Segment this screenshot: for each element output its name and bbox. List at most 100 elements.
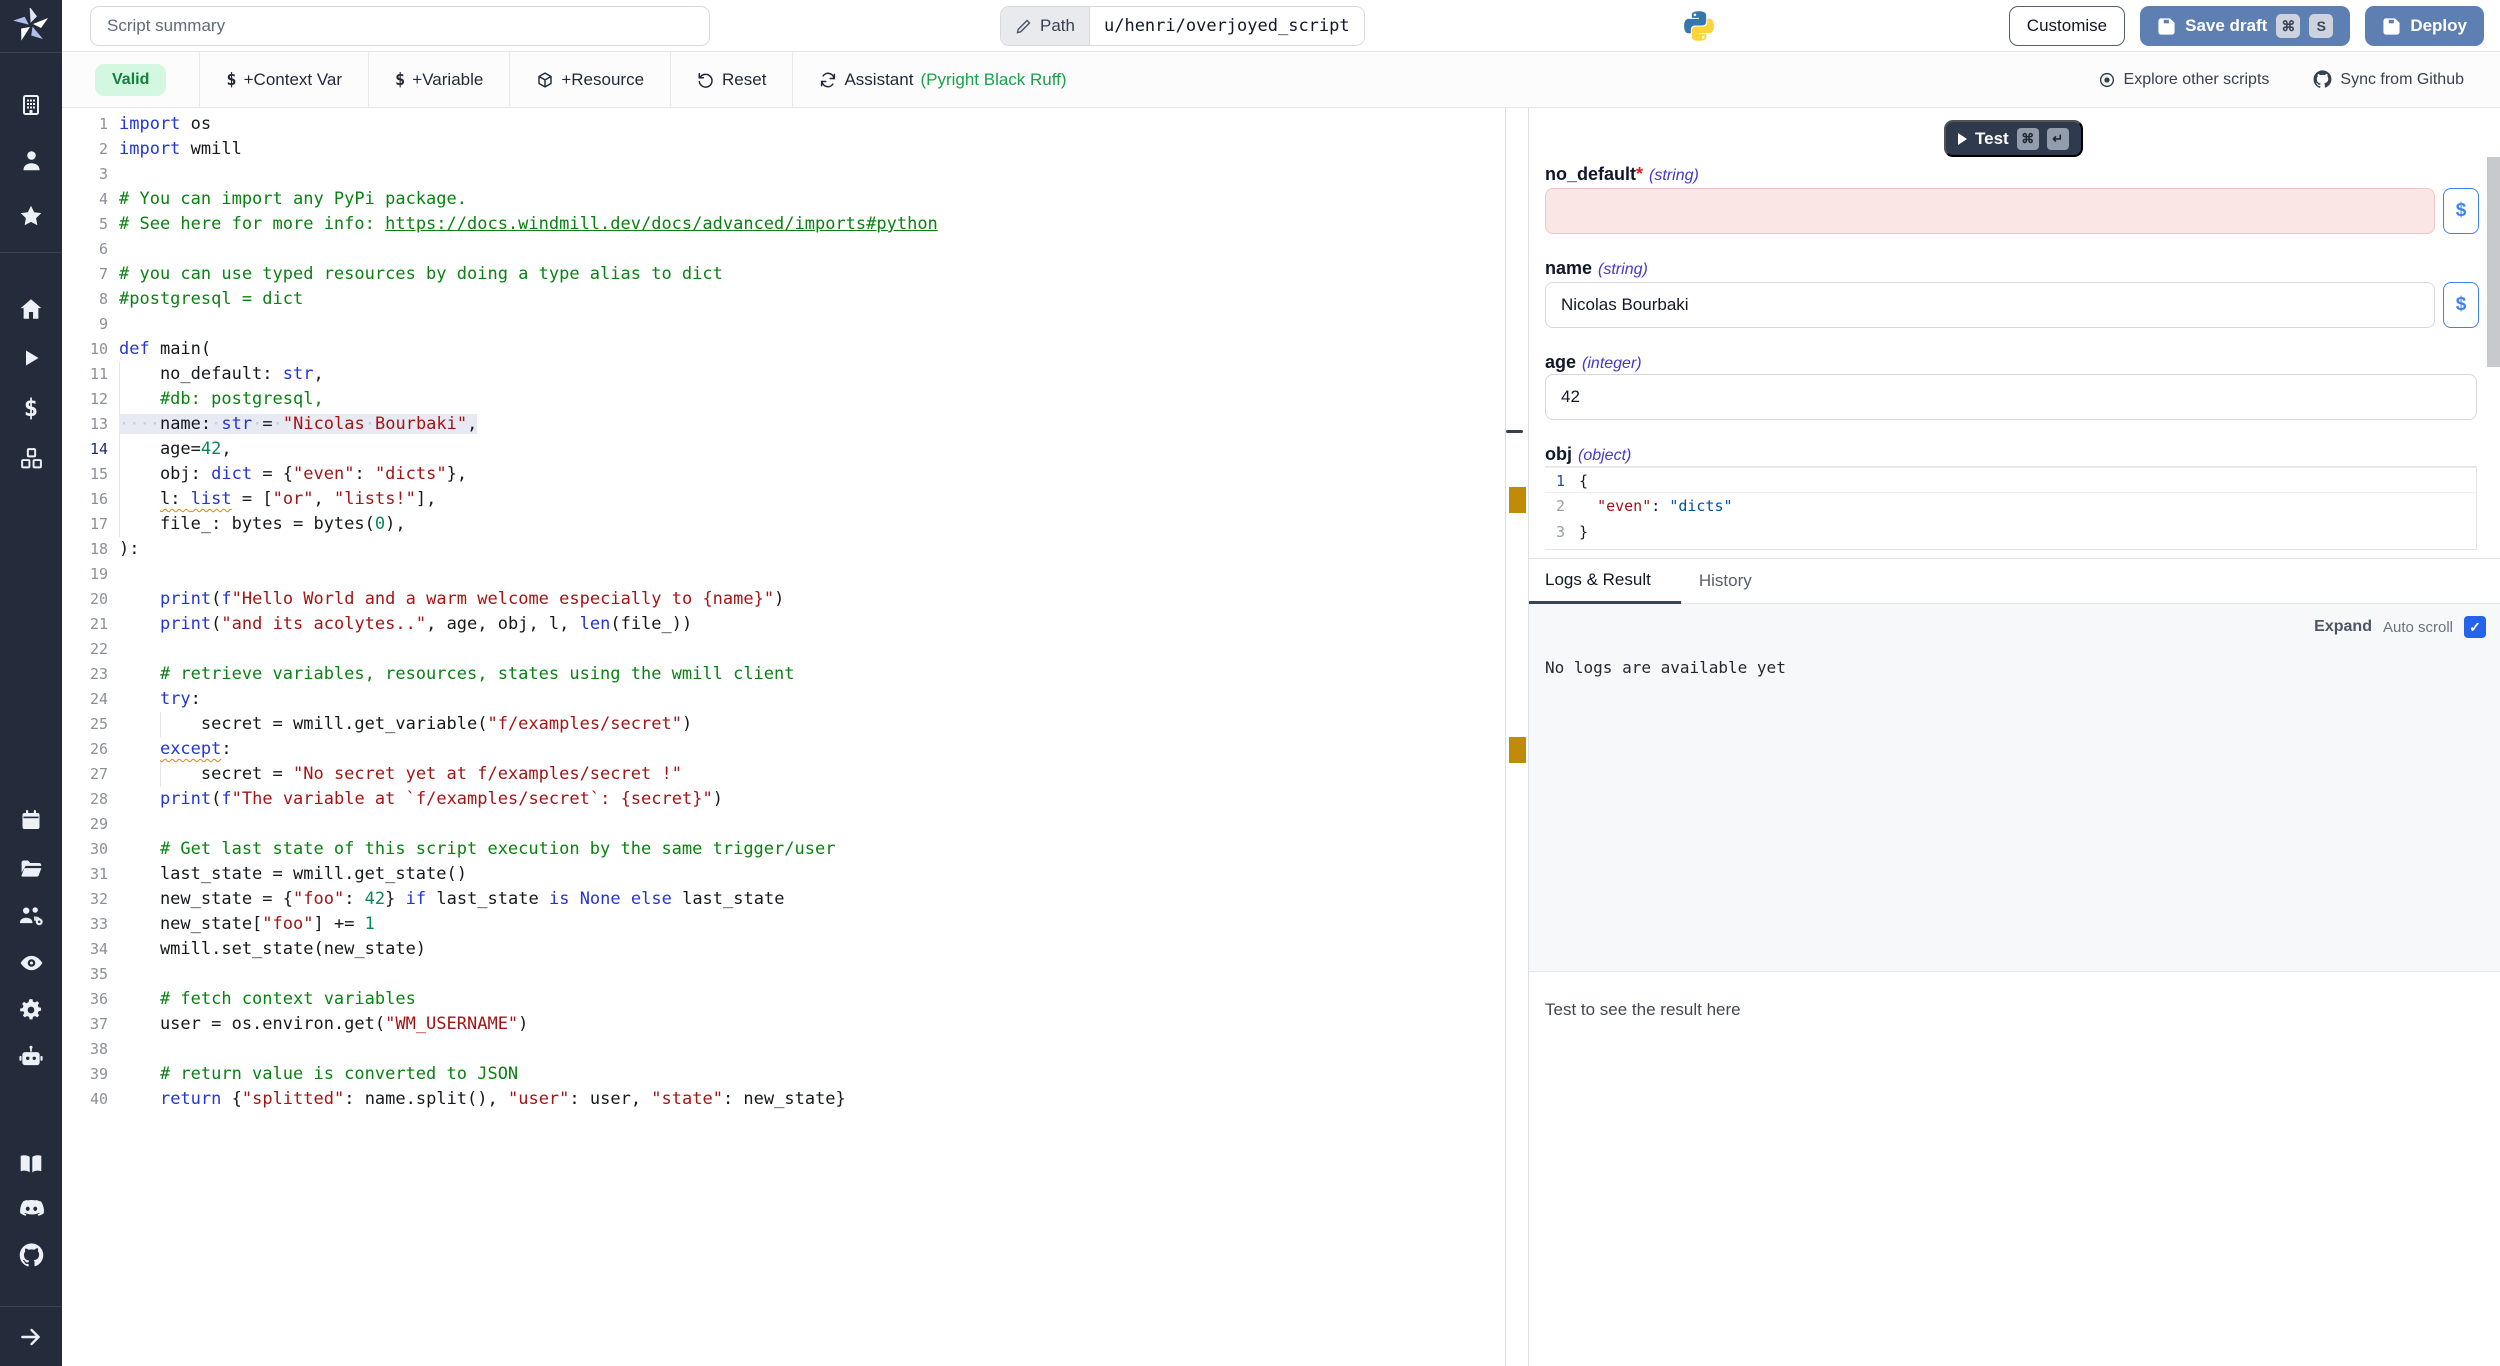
variables-dollar-icon[interactable]: $ (0, 396, 62, 420)
path-value[interactable]: u/henri/overjoyed_script (1090, 7, 1364, 45)
add-variable-label: +Variable (412, 70, 483, 90)
add-resource-button[interactable]: +Resource (510, 52, 670, 108)
enter-key: ↵ (2047, 128, 2069, 150)
folders-icon[interactable] (0, 856, 62, 881)
script-summary-input[interactable] (90, 6, 710, 46)
package-icon (536, 71, 554, 89)
modified-line-marker (1509, 487, 1526, 513)
sidebar-divider (0, 52, 62, 53)
panel-splitter-handle[interactable] (1506, 430, 1523, 433)
autoscroll-label: Auto scroll (2383, 619, 2453, 636)
sync-label: Sync from Github (2340, 71, 2464, 89)
field-type: (object) (1578, 447, 1631, 464)
result-panel: Test to see the result here (1529, 972, 2500, 1366)
code-lines[interactable]: import osimport wmill# You can import an… (119, 112, 1505, 1112)
windmill-logo-icon[interactable] (0, 8, 62, 44)
rotate-ccw-icon (697, 71, 715, 89)
deploy-button[interactable]: Deploy (2365, 6, 2484, 46)
dollar-icon: $ (2456, 294, 2467, 316)
home-icon[interactable] (0, 296, 62, 322)
audit-eye-icon[interactable] (0, 950, 62, 976)
s-key: S (2309, 14, 2333, 38)
add-context-var-button[interactable]: $ +Context Var (200, 52, 368, 108)
modified-line-marker (1509, 737, 1526, 763)
save-icon (2157, 17, 2176, 36)
assistant-linters: (Pyright Black Ruff) (920, 70, 1066, 90)
tab-label: History (1699, 571, 1752, 591)
github-icon (2313, 70, 2332, 89)
field-type: (string) (1649, 167, 1699, 184)
code-editor[interactable]: 1234567891011121314151617181920212223242… (62, 108, 1505, 1366)
right-panel-scrollbar[interactable] (2487, 157, 2500, 367)
sidebar: $ (0, 0, 62, 1366)
expand-button[interactable]: Expand (2314, 618, 2372, 636)
logs-controls: Expand Auto scroll ✓ (2314, 616, 2486, 638)
refresh-icon (819, 71, 837, 89)
field-name: age (1545, 352, 1576, 372)
save-draft-label: Save draft (2185, 16, 2267, 36)
test-label: Test (1975, 129, 2009, 149)
cmd-key: ⌘ (2276, 14, 2300, 38)
test-button[interactable]: Test ⌘ ↵ (1944, 120, 2083, 157)
tab-logs-result[interactable]: Logs & Result (1529, 559, 1681, 604)
save-draft-button[interactable]: Save draft ⌘ S (2140, 6, 2350, 46)
pencil-icon (1015, 18, 1032, 35)
sidebar-divider (0, 1306, 62, 1307)
reset-button[interactable]: Reset (671, 52, 792, 108)
insert-variable-button[interactable]: $ (2443, 282, 2479, 328)
sync-from-github-button[interactable]: Sync from Github (2313, 70, 2464, 89)
edit-path-button[interactable]: Path (1001, 7, 1090, 45)
play-icon (1958, 133, 1967, 145)
runs-play-icon[interactable] (0, 346, 62, 370)
ai-robot-icon[interactable] (0, 1044, 62, 1070)
field-type: (string) (1598, 261, 1648, 278)
deploy-label: Deploy (2410, 16, 2467, 36)
customise-button[interactable]: Customise (2009, 6, 2125, 46)
tab-history[interactable]: History (1681, 559, 1770, 604)
tab-filler (1770, 559, 2500, 604)
workspace-building-icon[interactable] (0, 93, 62, 117)
required-asterisk: * (1636, 164, 1643, 184)
assistant-button[interactable]: Assistant (Pyright Black Ruff) (793, 52, 1092, 108)
topbar-actions: Customise Save draft ⌘ S Deploy (2009, 6, 2484, 46)
schedules-calendar-icon[interactable] (0, 808, 62, 832)
resources-boxes-icon[interactable] (0, 446, 62, 471)
output-tabs: Logs & Result History (1529, 558, 2500, 604)
deploy-save-icon (2382, 17, 2401, 36)
sidebar-divider (0, 252, 62, 253)
groups-users-icon[interactable] (0, 903, 62, 928)
favorites-star-icon[interactable] (0, 203, 62, 229)
settings-gear-icon[interactable] (0, 997, 62, 1023)
editor-toolbar: Valid $ +Context Var $ +Variable +Resour… (62, 52, 2500, 108)
docs-book-icon[interactable] (0, 1151, 62, 1177)
no-default-input[interactable] (1545, 188, 2435, 234)
dollar-icon: $ (395, 70, 405, 90)
age-input[interactable] (1545, 374, 2477, 420)
valid-status-badge: Valid (95, 64, 166, 96)
explore-other-scripts-button[interactable]: Explore other scripts (2098, 70, 2270, 89)
discord-icon[interactable] (0, 1199, 62, 1221)
obj-json-editor[interactable]: 1{2 "even": "dicts"3} (1545, 466, 2477, 550)
field-type: (integer) (1582, 355, 1642, 372)
customise-label: Customise (2027, 16, 2107, 36)
explore-label: Explore other scripts (2124, 71, 2270, 89)
collapse-arrow-right-icon[interactable] (0, 1324, 62, 1350)
user-icon[interactable] (0, 148, 62, 173)
github-icon[interactable] (0, 1243, 62, 1268)
assistant-label: Assistant (844, 70, 913, 90)
insert-variable-button[interactable]: $ (2443, 188, 2479, 234)
autoscroll-checkbox[interactable]: ✓ (2464, 616, 2486, 638)
field-label-obj: obj(object) (1545, 444, 1631, 465)
editor-right-border (1505, 108, 1506, 1366)
name-input[interactable] (1545, 282, 2435, 328)
add-variable-button[interactable]: $ +Variable (369, 52, 509, 108)
topbar: Path u/henri/overjoyed_script Customise … (62, 0, 2500, 52)
field-name: no_default (1545, 164, 1636, 184)
tab-label: Logs & Result (1545, 570, 1651, 590)
python-logo-icon (1682, 9, 1716, 43)
field-label-no-default: no_default* (string) (1545, 164, 1699, 185)
field-label-age: age (integer) (1545, 352, 1642, 373)
cmd-key: ⌘ (2017, 128, 2039, 150)
field-name: name (1545, 258, 1592, 278)
dollar-icon: $ (226, 70, 236, 90)
